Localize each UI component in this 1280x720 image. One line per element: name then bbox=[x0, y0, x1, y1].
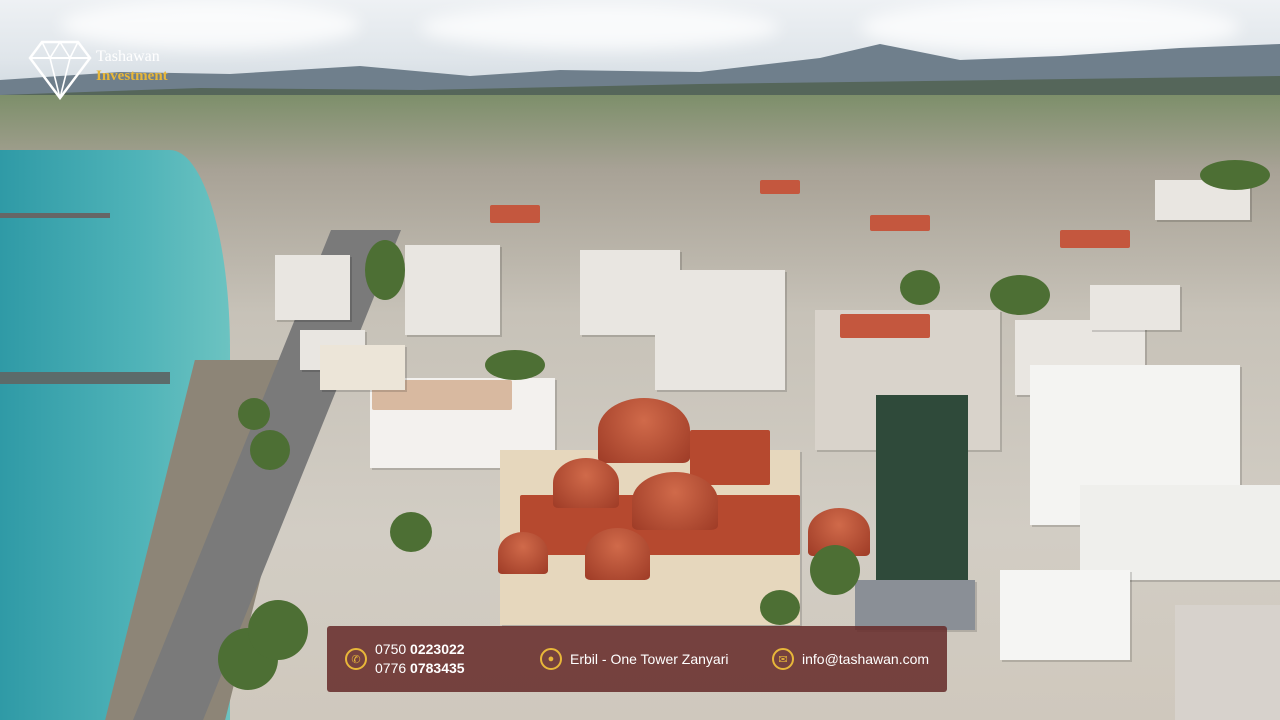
phone-icon: ✆ bbox=[345, 648, 367, 670]
location-text[interactable]: Erbil - One Tower Zanyari bbox=[570, 651, 728, 667]
phone-number[interactable]: 0776 0783435 bbox=[375, 659, 465, 678]
location-contact: ● Erbil - One Tower Zanyari bbox=[540, 626, 728, 692]
tree bbox=[900, 270, 940, 305]
tree bbox=[238, 398, 270, 430]
tree bbox=[810, 545, 860, 595]
location-pin-icon: ● bbox=[540, 648, 562, 670]
church-dome bbox=[632, 472, 718, 530]
email-text[interactable]: info@tashawan.com bbox=[802, 651, 929, 667]
church-dome bbox=[585, 528, 650, 580]
church-roof bbox=[690, 430, 770, 485]
diamond-icon bbox=[28, 40, 92, 100]
logo: Tashawan Investment bbox=[28, 36, 198, 100]
email-contact: ✉ info@tashawan.com bbox=[772, 626, 929, 692]
tree bbox=[390, 512, 432, 552]
building-roof bbox=[1060, 230, 1130, 248]
tree bbox=[250, 430, 290, 470]
building-roof bbox=[840, 314, 930, 338]
church-dome bbox=[498, 532, 548, 574]
brand-name: Tashawan bbox=[96, 48, 160, 65]
tree bbox=[485, 350, 545, 380]
church-dome bbox=[553, 458, 619, 508]
tree bbox=[365, 240, 405, 300]
building-under-construction bbox=[876, 395, 968, 585]
phone-number[interactable]: 0750 0223022 bbox=[375, 640, 465, 659]
church-dome bbox=[598, 398, 690, 463]
tree bbox=[760, 590, 800, 625]
building-roof bbox=[490, 205, 540, 223]
building-roof bbox=[870, 215, 930, 231]
building bbox=[1175, 605, 1280, 720]
contact-bar: ✆ 0750 0223022 0776 0783435 ● Erbil - On… bbox=[327, 626, 947, 692]
building bbox=[655, 270, 785, 390]
aerial-city-photo bbox=[0, 0, 1280, 720]
tree bbox=[1200, 160, 1270, 190]
tree bbox=[990, 275, 1050, 315]
phone-contact: ✆ 0750 0223022 0776 0783435 bbox=[345, 626, 465, 692]
building bbox=[275, 255, 350, 320]
pier bbox=[0, 372, 170, 384]
solar-panels bbox=[855, 580, 975, 630]
building bbox=[320, 345, 405, 390]
building bbox=[1090, 285, 1180, 330]
brand-subtitle: Investment bbox=[96, 68, 168, 84]
email-icon: ✉ bbox=[772, 648, 794, 670]
building bbox=[1080, 485, 1280, 580]
phone-numbers: 0750 0223022 0776 0783435 bbox=[375, 640, 465, 678]
building-roof bbox=[760, 180, 800, 194]
building bbox=[405, 245, 500, 335]
pier bbox=[0, 213, 110, 218]
tree bbox=[248, 600, 308, 660]
building bbox=[1000, 570, 1130, 660]
